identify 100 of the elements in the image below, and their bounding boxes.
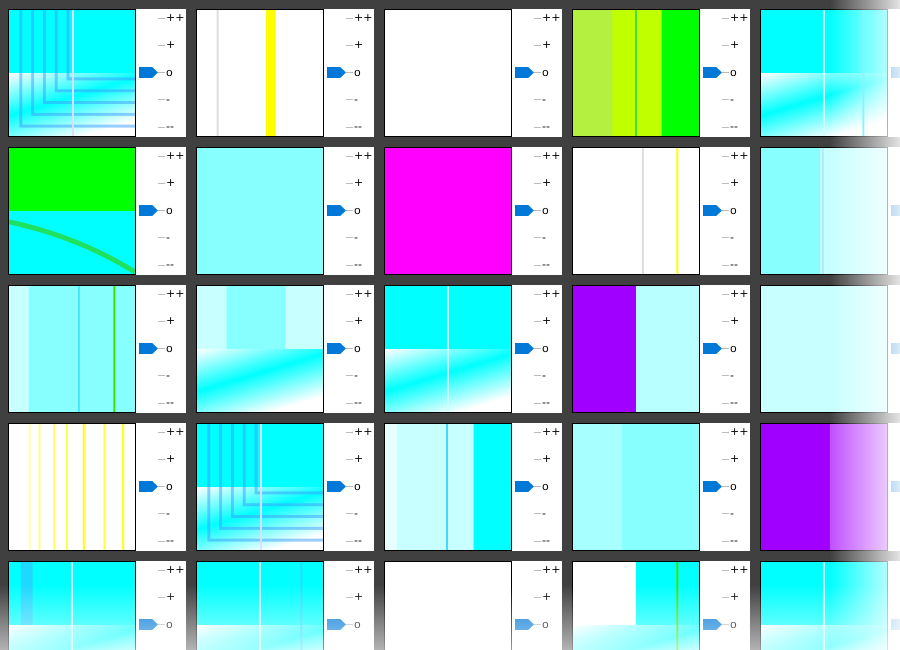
slider-label: -- <box>542 120 550 134</box>
slider-label: ++ <box>730 563 748 577</box>
slider-label: ++ <box>730 149 748 163</box>
slider-label: -- <box>354 120 362 134</box>
tick-mark <box>722 210 729 212</box>
tick-mark <box>158 72 165 74</box>
tick-mark <box>346 237 353 238</box>
slider-label: + <box>166 590 176 604</box>
slider-label: o <box>542 480 549 494</box>
slider-label: -- <box>354 396 362 410</box>
tick-mark <box>722 99 729 100</box>
slider-label: + <box>730 452 740 466</box>
slider-thumb[interactable] <box>703 205 722 216</box>
slider-label: - <box>542 230 546 245</box>
tick-mark <box>158 264 165 266</box>
slider-label: + <box>354 314 364 328</box>
tick-mark <box>158 182 165 184</box>
slider-label: + <box>354 176 364 190</box>
slider-label: ++ <box>730 425 748 439</box>
tick-mark <box>158 596 165 598</box>
tick-mark <box>722 72 729 74</box>
slider-label: - <box>730 368 734 383</box>
tick-mark <box>722 182 729 184</box>
tick-mark <box>346 320 353 322</box>
slider-thumb[interactable] <box>515 619 534 630</box>
slider-label: o <box>354 204 361 218</box>
slider-thumb[interactable] <box>515 481 534 492</box>
tick-mark <box>346 458 353 460</box>
tick-mark <box>722 513 729 514</box>
tick-mark <box>346 72 353 74</box>
slider-thumb[interactable] <box>515 67 534 78</box>
tick-mark <box>534 264 541 266</box>
tick-mark <box>534 375 541 376</box>
tick-mark <box>722 540 729 542</box>
slider-label: + <box>354 452 364 466</box>
slider-label: o <box>542 204 549 218</box>
slider-label: - <box>166 92 170 107</box>
slider-label: ++ <box>542 425 560 439</box>
slider-label: - <box>542 368 546 383</box>
tick-mark <box>346 486 353 488</box>
tick-mark <box>158 348 165 350</box>
slider-thumb[interactable] <box>703 343 722 354</box>
slider-label: + <box>166 452 176 466</box>
slider-label: - <box>166 368 170 383</box>
tick-mark <box>158 320 165 322</box>
slider-thumb[interactable] <box>139 67 158 78</box>
slider-thumb[interactable] <box>139 481 158 492</box>
slider-thumb[interactable] <box>327 619 346 630</box>
slider-label: -- <box>542 534 550 548</box>
tick-mark <box>346 99 353 100</box>
slider-label: o <box>354 480 361 494</box>
slider-label: ++ <box>166 287 184 301</box>
slider-label: -- <box>166 258 174 272</box>
slider-thumb[interactable] <box>327 67 346 78</box>
slider-label: - <box>166 506 170 521</box>
tick-mark <box>534 44 541 46</box>
tick-mark <box>158 402 165 404</box>
slider-thumb[interactable] <box>139 343 158 354</box>
slider-thumb[interactable] <box>515 343 534 354</box>
slider-label: - <box>354 368 358 383</box>
tick-mark <box>722 486 729 488</box>
slider-label: - <box>730 92 734 107</box>
slider-thumb[interactable] <box>703 619 722 630</box>
tick-mark <box>158 513 165 514</box>
slider-thumb[interactable] <box>703 67 722 78</box>
slider-label: ++ <box>542 563 560 577</box>
slider-thumb[interactable] <box>139 619 158 630</box>
slider-thumb[interactable] <box>139 205 158 216</box>
slider-label: ++ <box>166 149 184 163</box>
tick-mark <box>722 264 729 266</box>
slider-label: - <box>542 506 546 521</box>
slider-label: o <box>730 204 737 218</box>
slider-label: o <box>166 618 173 632</box>
tick-mark <box>722 320 729 322</box>
slider-label: + <box>542 176 552 190</box>
slider-label: o <box>730 618 737 632</box>
tick-mark <box>346 264 353 266</box>
slider-label: o <box>730 342 737 356</box>
tick-mark <box>346 513 353 514</box>
tick-mark <box>158 540 165 542</box>
slider-label: + <box>354 38 364 52</box>
slider-label: -- <box>166 120 174 134</box>
slider-thumb[interactable] <box>327 481 346 492</box>
tick-mark <box>534 458 541 460</box>
slider-label: - <box>166 230 170 245</box>
tick-mark <box>346 375 353 376</box>
slider-label: o <box>542 618 549 632</box>
slider-thumb[interactable] <box>327 205 346 216</box>
slider-thumb[interactable] <box>703 481 722 492</box>
slider-label: + <box>542 38 552 52</box>
slider-label: -- <box>730 258 738 272</box>
slider-label: + <box>542 590 552 604</box>
slider-label: - <box>354 506 358 521</box>
tick-mark <box>534 596 541 598</box>
slider-label: ++ <box>354 11 372 25</box>
slider-label: - <box>730 506 734 521</box>
slider-thumb[interactable] <box>327 343 346 354</box>
tick-mark <box>346 182 353 184</box>
slider-thumb[interactable] <box>515 205 534 216</box>
tick-mark <box>346 596 353 598</box>
